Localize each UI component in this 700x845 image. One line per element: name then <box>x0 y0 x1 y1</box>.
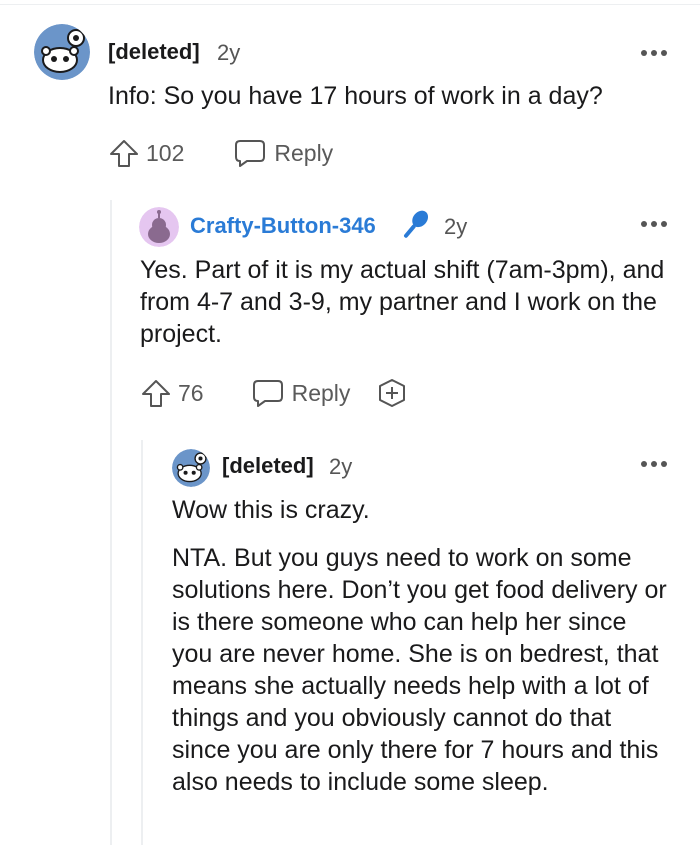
add-award-button[interactable] <box>376 377 408 409</box>
comment-paragraph: Yes. Part of it is my actual shift (7am-… <box>140 256 665 348</box>
comment-author[interactable]: Crafty-Button-346 <box>190 213 376 239</box>
reply-label: Reply <box>291 379 351 406</box>
upvote-button[interactable]: 102 <box>108 137 184 169</box>
comment-author[interactable]: [deleted] <box>222 453 314 479</box>
comment-age: 2y <box>217 40 241 65</box>
upvote-arrow-icon[interactable] <box>108 137 140 169</box>
snoo-purple-avatar-icon[interactable] <box>139 207 179 247</box>
comment-paragraph: Info: So you have 17 hours of work in a … <box>108 82 603 110</box>
comment-age: 2y <box>444 214 468 239</box>
comment-body: Info: So you have 17 hours of work in a … <box>108 80 668 112</box>
snoo-deleted-avatar-icon[interactable] <box>172 449 210 487</box>
upvote-button[interactable]: 76 <box>140 377 204 409</box>
upvote-arrow-icon[interactable] <box>140 377 172 409</box>
comment-body: Yes. Part of it is my actual shift (7am-… <box>140 254 670 350</box>
vote-count: 76 <box>178 379 204 406</box>
vote-count: 102 <box>146 139 185 166</box>
add-award-icon[interactable] <box>376 377 408 409</box>
thread-line-level-2[interactable] <box>141 440 143 845</box>
comment-paragraph: NTA. But you guys need to work on some s… <box>172 544 667 796</box>
comment-actions: 76 Reply <box>140 373 408 413</box>
top-divider <box>0 4 700 5</box>
comment-actions: 102 Reply <box>108 133 333 173</box>
snoo-deleted-avatar-icon[interactable] <box>34 24 90 80</box>
reply-bubble-icon <box>252 380 283 407</box>
comment-paragraph: Wow this is crazy. <box>172 496 370 524</box>
reply-bubble-icon <box>235 140 266 167</box>
thread-line-level-1[interactable] <box>110 200 112 845</box>
reply-label: Reply <box>274 139 334 166</box>
more-options-icon[interactable] <box>640 48 668 58</box>
more-options-icon[interactable] <box>640 459 668 469</box>
comment-body: Wow this is crazy. NTA. But you guys nee… <box>172 494 672 798</box>
more-options-icon[interactable] <box>640 219 668 229</box>
comment-author[interactable]: [deleted] <box>108 39 200 65</box>
comment-age: 2y <box>329 454 353 479</box>
reply-button[interactable]: Reply <box>252 378 351 408</box>
microphone-icon <box>404 210 429 238</box>
reply-button[interactable]: Reply <box>234 138 333 168</box>
